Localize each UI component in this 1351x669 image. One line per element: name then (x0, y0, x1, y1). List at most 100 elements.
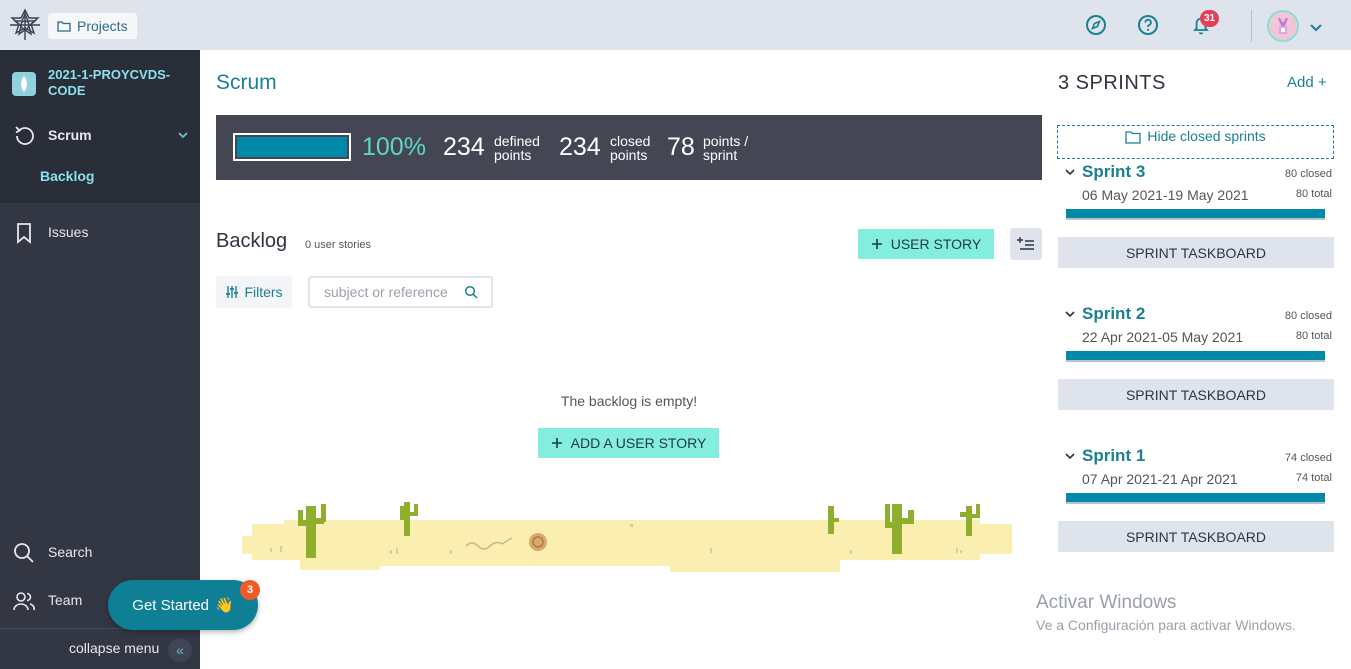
closed-points-value: 234 (559, 133, 601, 161)
sprint-closed-points: 80 closed (1284, 168, 1332, 180)
page-title: Scrum (216, 71, 277, 94)
sprint-name[interactable]: Sprint 3 (1082, 162, 1145, 182)
sprint-card: Sprint 1 07 Apr 2021-21 Apr 2021 74 clos… (1058, 446, 1334, 556)
sprint-card: Sprint 2 22 Apr 2021-05 May 2021 80 clos… (1058, 304, 1334, 414)
filters-label: Filters (244, 284, 283, 300)
hide-closed-label: Hide closed sprints (1147, 128, 1266, 144)
notification-count-badge: 31 (1200, 10, 1219, 27)
add-a-user-story-button[interactable]: ADD A USER STORY (538, 428, 719, 458)
help-icon[interactable] (1135, 12, 1161, 38)
sidebar: 2021-1-PROYCVDS-CODE Scrum Backlog Issue… (0, 50, 200, 669)
closed-label-line2: points (610, 147, 648, 163)
topbar-divider (1251, 10, 1252, 42)
sprint-taskboard-button[interactable]: SPRINT TASKBOARD (1058, 521, 1334, 552)
sidebar-item-label: Team (48, 592, 83, 608)
bulk-add-button[interactable] (1010, 228, 1042, 260)
sidebar-item-label: Search (48, 544, 93, 560)
chevron-down-icon[interactable] (1064, 450, 1076, 462)
add-user-story-button[interactable]: USER STORY (858, 229, 994, 259)
project-logo-icon[interactable] (12, 72, 36, 96)
collapse-menu-label[interactable]: collapse menu (69, 640, 159, 656)
projects-button[interactable]: Projects (48, 13, 137, 39)
sprint-total-points: 74 total (1295, 472, 1332, 484)
taiga-logo-icon[interactable] (8, 8, 42, 42)
backlog-count: 0 user stories (305, 239, 372, 251)
filters-button[interactable]: Filters (216, 276, 292, 308)
sprint-closed-points: 80 closed (1284, 310, 1332, 322)
chevron-down-icon[interactable] (176, 128, 190, 142)
sidebar-item-label: Issues (48, 224, 89, 240)
summary-bar: 100% 234 defined points 234 closed point… (216, 115, 1042, 180)
points-per-sprint-label: points / sprint (703, 134, 748, 162)
chevron-down-icon[interactable] (1064, 308, 1076, 320)
bulk-add-icon (1017, 237, 1034, 250)
filters-icon (226, 286, 239, 298)
defined-label-line2: points (494, 147, 532, 163)
sprint-dates: 07 Apr 2021-21 Apr 2021 (1082, 471, 1238, 487)
sidebar-item-scrum[interactable]: Scrum (0, 118, 200, 152)
folder-icon (57, 21, 71, 32)
backlog-search-field (308, 276, 493, 308)
add-user-story-label: USER STORY (890, 236, 982, 252)
search-icon[interactable] (464, 285, 478, 299)
plus-icon (871, 239, 882, 249)
sprint-card: Sprint 3 06 May 2021-19 May 2021 80 clos… (1058, 162, 1334, 272)
collapse-chevron-icon[interactable]: « (168, 638, 192, 662)
sprint-progress-fill (1066, 209, 1325, 218)
windows-activation-title: Activar Windows (1036, 592, 1177, 613)
add-sprint-label: Add (1287, 74, 1314, 91)
defined-points-label: defined points (494, 134, 540, 162)
sprint-progress-bar (1066, 493, 1325, 504)
bookmark-icon (17, 223, 31, 244)
empty-backlog-message: The backlog is empty! (560, 393, 698, 409)
windows-activation-subtitle: Ve a Configuración para activar Windows. (1036, 617, 1296, 633)
sidebar-item-search[interactable]: Search (0, 535, 200, 569)
sidebar-item-label: Scrum (48, 127, 92, 143)
sidebar-item-issues[interactable]: Issues (0, 215, 200, 249)
top-bar: Projects 31 (0, 0, 1351, 50)
hide-closed-sprints-button[interactable]: Hide closed sprints (1057, 125, 1334, 159)
scrum-icon (15, 126, 34, 145)
desert-illustration (242, 502, 1012, 572)
sprint-dates: 06 May 2021-19 May 2021 (1082, 187, 1249, 203)
progress-percent: 100% (362, 133, 426, 161)
get-started-label: Get Started (132, 596, 210, 614)
plus-icon: + (1313, 74, 1327, 91)
sprint-dates: 22 Apr 2021-05 May 2021 (1082, 329, 1244, 345)
sprint-name[interactable]: Sprint 1 (1082, 446, 1145, 466)
sprint-taskboard-button[interactable]: SPRINT TASKBOARD (1058, 379, 1334, 410)
project-name[interactable]: 2021-1-PROYCVDS-CODE (48, 67, 188, 99)
avatar[interactable] (1267, 10, 1299, 42)
sprint-taskboard-button[interactable]: SPRINT TASKBOARD (1058, 237, 1334, 268)
project-progress-bar (233, 133, 351, 161)
points-per-sprint-value: 78 (667, 133, 695, 161)
get-started-button[interactable]: Get Started 👋 (108, 580, 258, 630)
compass-icon[interactable] (1083, 12, 1109, 38)
sprint-name[interactable]: Sprint 2 (1082, 304, 1145, 324)
projects-label: Projects (77, 18, 128, 34)
chevron-down-icon[interactable] (1064, 166, 1076, 178)
get-started-badge: 3 (240, 580, 260, 600)
progress-fill (237, 137, 347, 157)
folder-icon (1125, 131, 1142, 144)
backlog-search-input[interactable] (324, 284, 464, 300)
sprint-progress-bar (1066, 351, 1325, 362)
plus-icon (551, 438, 562, 448)
defined-label-line1: defined (494, 133, 540, 149)
closed-points-label: closed points (610, 134, 650, 162)
avatar-image-icon (1269, 12, 1297, 40)
sprint-closed-points: 74 closed (1284, 452, 1332, 464)
sprint-progress-fill (1066, 351, 1325, 360)
closed-label-line1: closed (610, 133, 651, 149)
sprint-progress-fill (1066, 493, 1325, 502)
sidebar-item-backlog[interactable]: Backlog (40, 168, 94, 184)
add-sprint-button[interactable]: Add + (1287, 74, 1327, 91)
sprint-progress-bar (1066, 209, 1325, 220)
sprint-total-points: 80 total (1295, 330, 1332, 342)
backlog-title: Backlog (216, 230, 288, 252)
add-a-user-story-label: ADD A USER STORY (570, 435, 707, 451)
pps-label-line2: sprint (703, 147, 738, 163)
wave-icon: 👋 (215, 597, 234, 614)
chevron-down-icon[interactable] (1308, 19, 1324, 35)
sprints-title: 3 SPRINTS (1058, 72, 1166, 94)
